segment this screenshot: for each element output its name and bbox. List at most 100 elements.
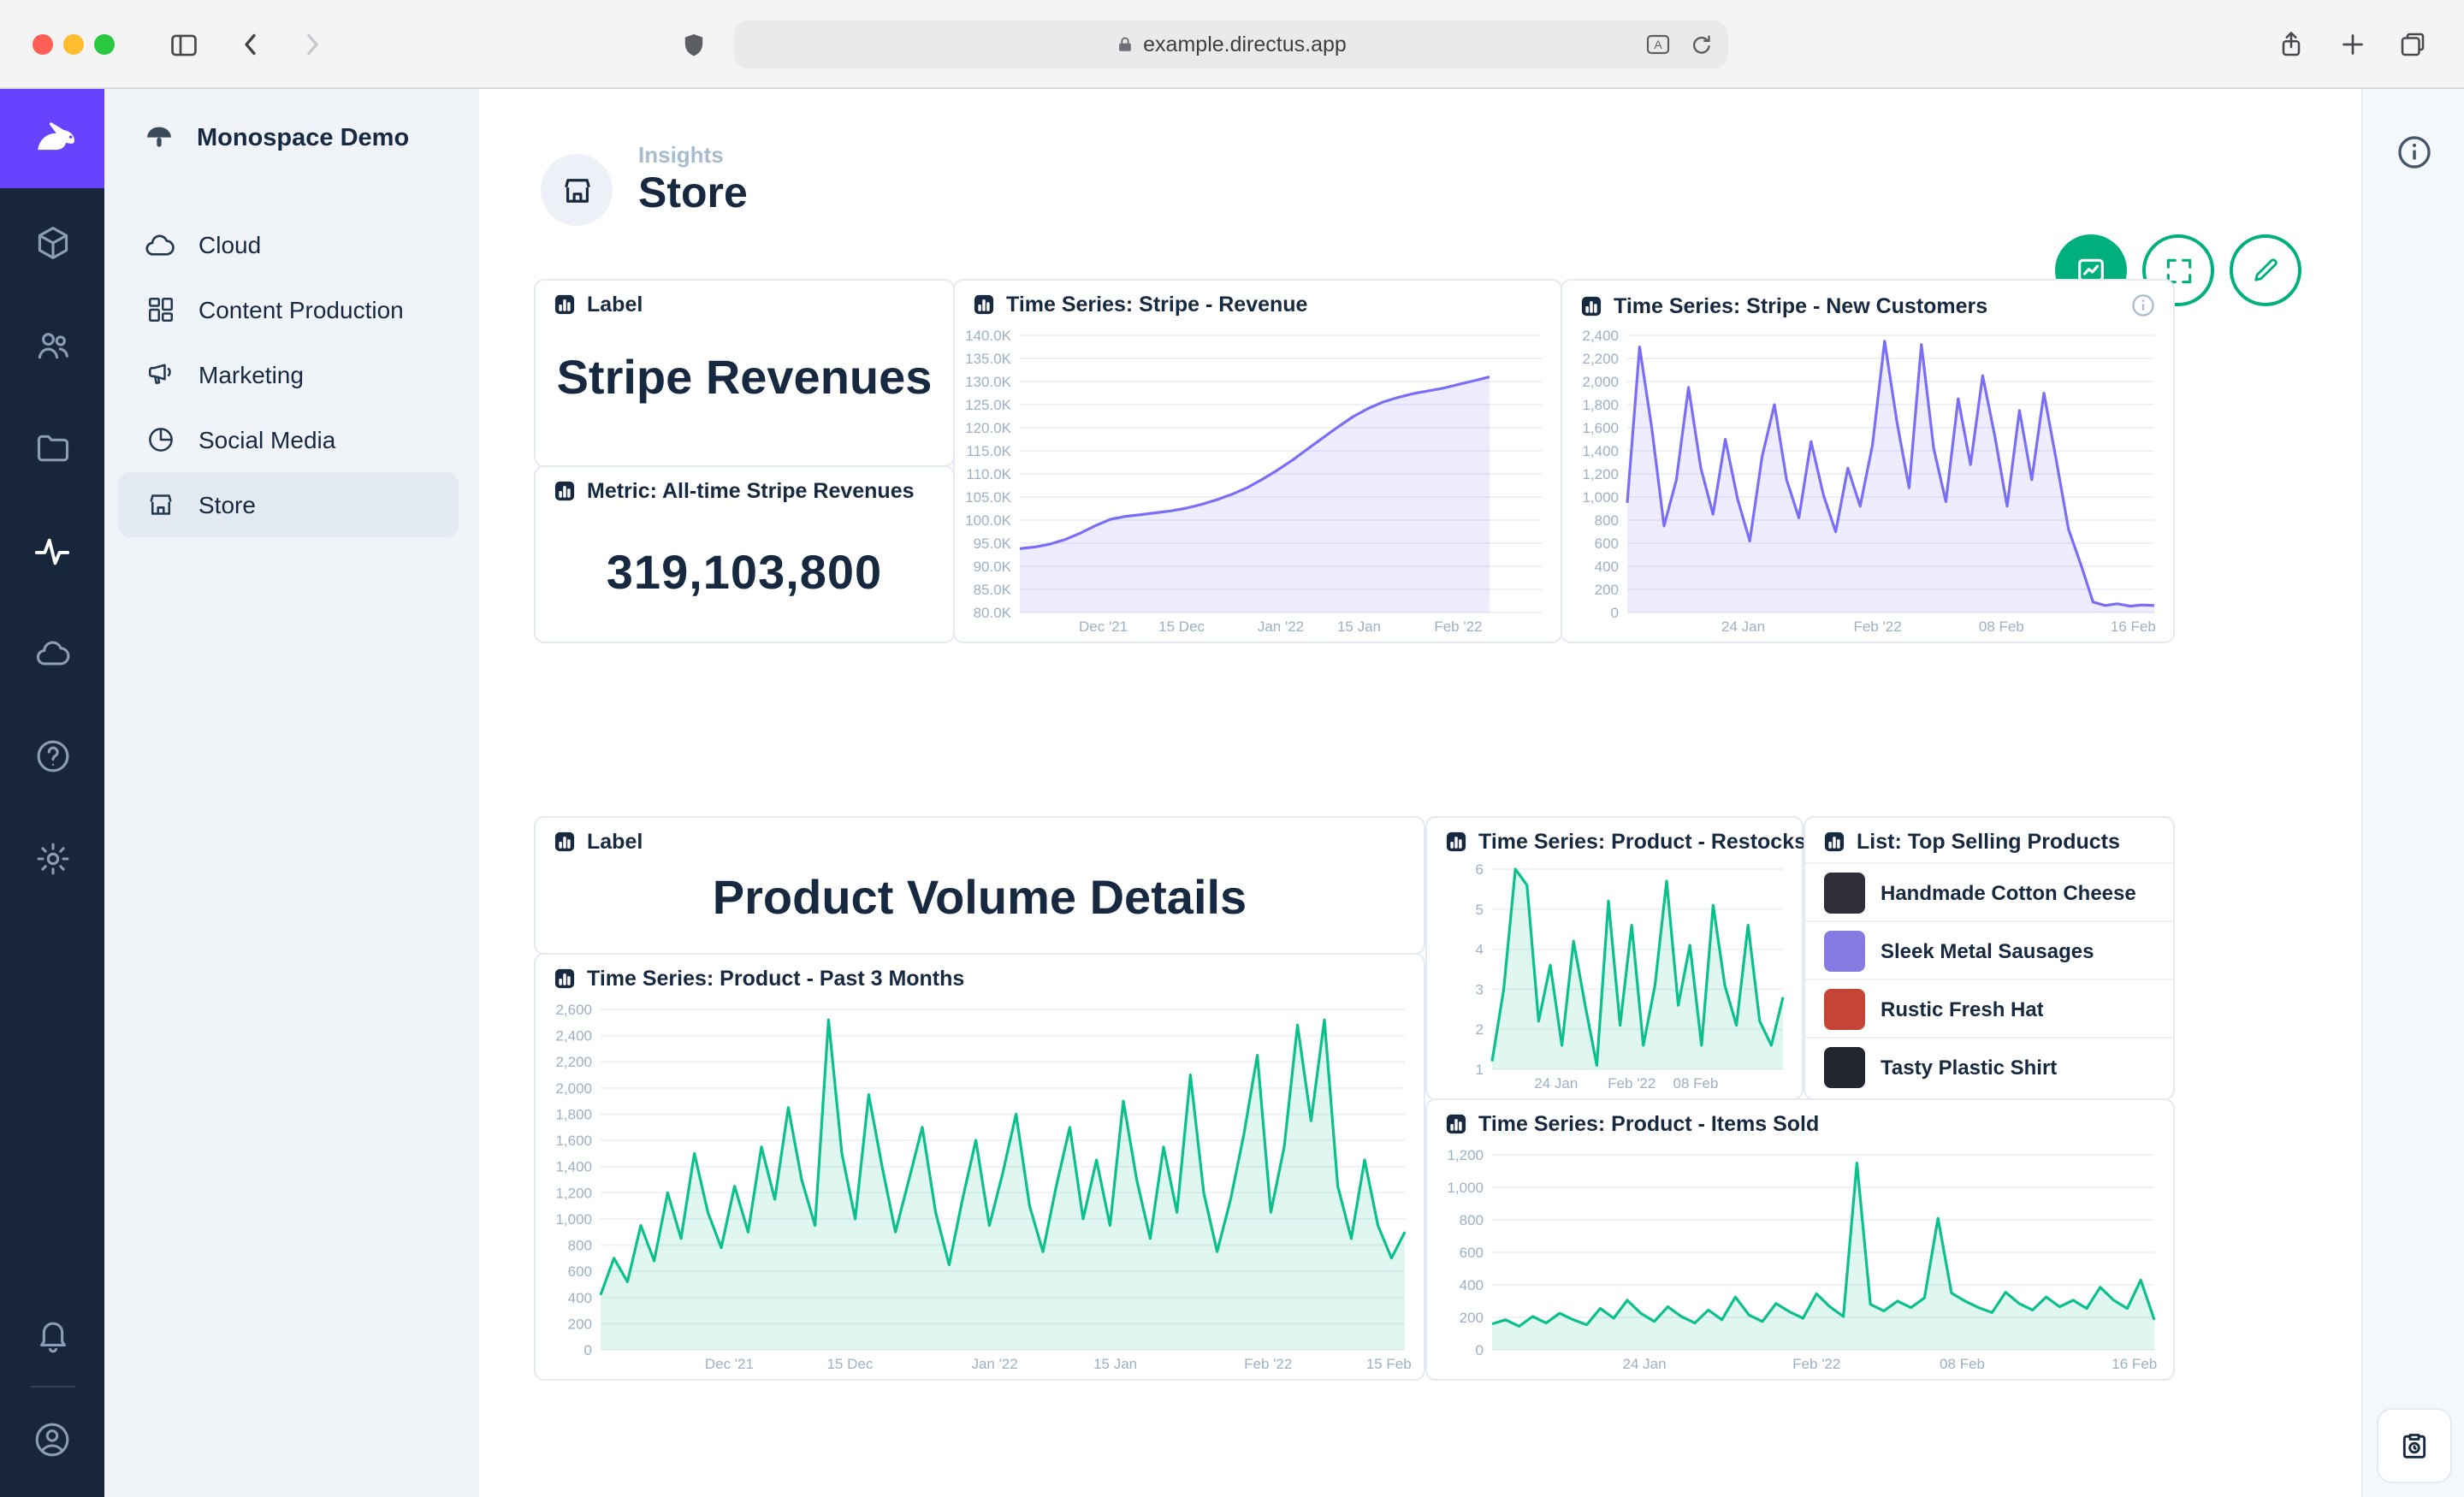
svg-text:2: 2 <box>1476 1021 1484 1038</box>
svg-text:15 Dec: 15 Dec <box>826 1356 873 1372</box>
cube-icon <box>33 224 71 262</box>
svg-text:115.0K: 115.0K <box>966 443 1011 459</box>
stripe-revenue-chart: 140.0K135.0K130.0K125.0K120.0K115.0K110.… <box>962 325 1552 636</box>
product-name: Rustic Fresh Hat <box>1881 997 2044 1021</box>
panel-title: Label <box>587 293 643 317</box>
list-item: Rustic Fresh Hat <box>1805 979 2173 1037</box>
label-text: Stripe Revenues <box>536 352 953 404</box>
panel-title: Time Series: Stripe - Revenue <box>1006 293 1307 317</box>
svg-text:600: 600 <box>568 1263 592 1280</box>
items-sold-chart: 1,2001,000800600400200024 JanFeb '2208 F… <box>1434 1145 2165 1374</box>
project-name: Monospace Demo <box>197 125 409 152</box>
svg-text:0: 0 <box>1611 605 1619 621</box>
svg-text:Jan '22: Jan '22 <box>971 1356 1017 1372</box>
sidebar-item-store[interactable]: Store <box>118 472 459 537</box>
page-title: Store <box>638 169 748 219</box>
svg-text:1,200: 1,200 <box>1447 1147 1484 1163</box>
module-settings[interactable] <box>15 821 90 896</box>
chart-icon <box>553 293 577 317</box>
gear-icon <box>33 840 71 878</box>
chart-icon <box>553 479 577 503</box>
dashboard-info-button[interactable] <box>2396 133 2433 171</box>
share-icon[interactable] <box>2271 24 2312 65</box>
svg-text:400: 400 <box>1460 1277 1484 1293</box>
project-logo-icon <box>142 121 176 156</box>
cloud-icon <box>144 228 176 261</box>
chart-icon <box>1579 293 1603 317</box>
sidebar-item-cloud[interactable]: Cloud <box>118 212 459 277</box>
sidebar-toggle-icon[interactable] <box>163 24 204 65</box>
user-avatar[interactable] <box>15 1401 90 1476</box>
svg-text:08 Feb: 08 Feb <box>1940 1356 1985 1372</box>
chart-icon <box>1444 830 1468 854</box>
module-users[interactable] <box>15 308 90 383</box>
sidebar-item-marketing[interactable]: Marketing <box>118 342 459 407</box>
label-text: Product Volume Details <box>536 873 1424 924</box>
svg-text:800: 800 <box>568 1238 592 1254</box>
browser-chrome: example.directus.app A <box>0 0 2464 89</box>
translate-icon[interactable]: A <box>1644 31 1672 58</box>
svg-text:1,000: 1,000 <box>1582 489 1619 506</box>
chart-icon <box>553 830 577 854</box>
address-bar[interactable]: example.directus.app A <box>734 21 1728 68</box>
svg-text:3: 3 <box>1476 981 1484 997</box>
pie-chart-icon <box>144 423 176 456</box>
module-insights[interactable] <box>15 513 90 589</box>
module-cloud[interactable] <box>15 616 90 691</box>
breadcrumb[interactable]: Insights <box>638 142 724 168</box>
product-thumbnail <box>1824 930 1865 971</box>
module-content[interactable] <box>15 205 90 281</box>
svg-text:Jan '22: Jan '22 <box>1258 618 1304 635</box>
svg-text:1: 1 <box>1476 1062 1484 1078</box>
reload-icon[interactable] <box>1689 32 1715 57</box>
svg-text:400: 400 <box>568 1290 592 1306</box>
minimize-window-button[interactable] <box>63 34 84 55</box>
svg-text:2,400: 2,400 <box>1582 328 1619 344</box>
new-tab-icon[interactable] <box>2332 24 2373 65</box>
module-files[interactable] <box>15 411 90 486</box>
sidebar-item-label: Content Production <box>198 296 404 323</box>
notifications-button[interactable] <box>15 1297 90 1372</box>
close-window-button[interactable] <box>33 34 53 55</box>
activity-drawer-button[interactable] <box>2377 1408 2452 1483</box>
bell-icon <box>33 1316 71 1353</box>
directus-logo[interactable] <box>0 89 104 188</box>
svg-text:2,600: 2,600 <box>555 1002 592 1018</box>
sidebar-item-social-media[interactable]: Social Media <box>118 407 459 472</box>
list-item: Sleek Metal Sausages <box>1805 920 2173 979</box>
info-icon[interactable] <box>2130 293 2156 318</box>
panel-label-stripe-revenues: Label Stripe Revenues <box>534 279 955 467</box>
panel-label-product-volume: Label Product Volume Details <box>534 816 1425 955</box>
svg-text:100.0K: 100.0K <box>965 512 1012 529</box>
project-switcher[interactable]: Monospace Demo <box>104 89 479 188</box>
back-button[interactable] <box>231 24 272 65</box>
sidebar-item-content-production[interactable]: Content Production <box>118 277 459 342</box>
activity-icon <box>33 531 72 571</box>
lock-icon <box>1116 34 1134 55</box>
storefront-icon <box>144 488 176 521</box>
users-icon <box>33 327 71 364</box>
svg-text:95.0K: 95.0K <box>974 535 1012 552</box>
svg-text:800: 800 <box>1595 512 1619 529</box>
svg-text:16 Feb: 16 Feb <box>2112 1356 2157 1372</box>
sidebar-item-label: Cloud <box>198 231 261 258</box>
svg-text:400: 400 <box>1595 559 1619 575</box>
privacy-shield-icon[interactable] <box>672 24 714 65</box>
svg-text:1,000: 1,000 <box>555 1211 592 1228</box>
svg-text:600: 600 <box>1595 535 1619 552</box>
module-help[interactable] <box>15 719 90 794</box>
tab-overview-icon[interactable] <box>2392 24 2433 65</box>
svg-text:24 Jan: 24 Jan <box>1721 618 1765 635</box>
avatar-icon <box>33 1419 72 1459</box>
chart-icon <box>972 293 996 317</box>
edit-panels-button[interactable] <box>2230 234 2301 306</box>
svg-text:130.0K: 130.0K <box>965 374 1012 390</box>
metric-value: 319,103,800 <box>536 546 953 601</box>
forward-button[interactable] <box>291 24 332 65</box>
zoom-window-button[interactable] <box>94 34 115 55</box>
svg-text:A: A <box>1654 38 1662 51</box>
list-item: Tasty Plastic Shirt <box>1805 1037 2173 1095</box>
panel-ts-product-items-sold: Time Series: Product - Items Sold 1,2001… <box>1425 1098 2175 1381</box>
svg-text:1,400: 1,400 <box>1582 443 1619 459</box>
panel-list-top-selling-products: List: Top Selling Products Handmade Cott… <box>1804 816 2175 1100</box>
